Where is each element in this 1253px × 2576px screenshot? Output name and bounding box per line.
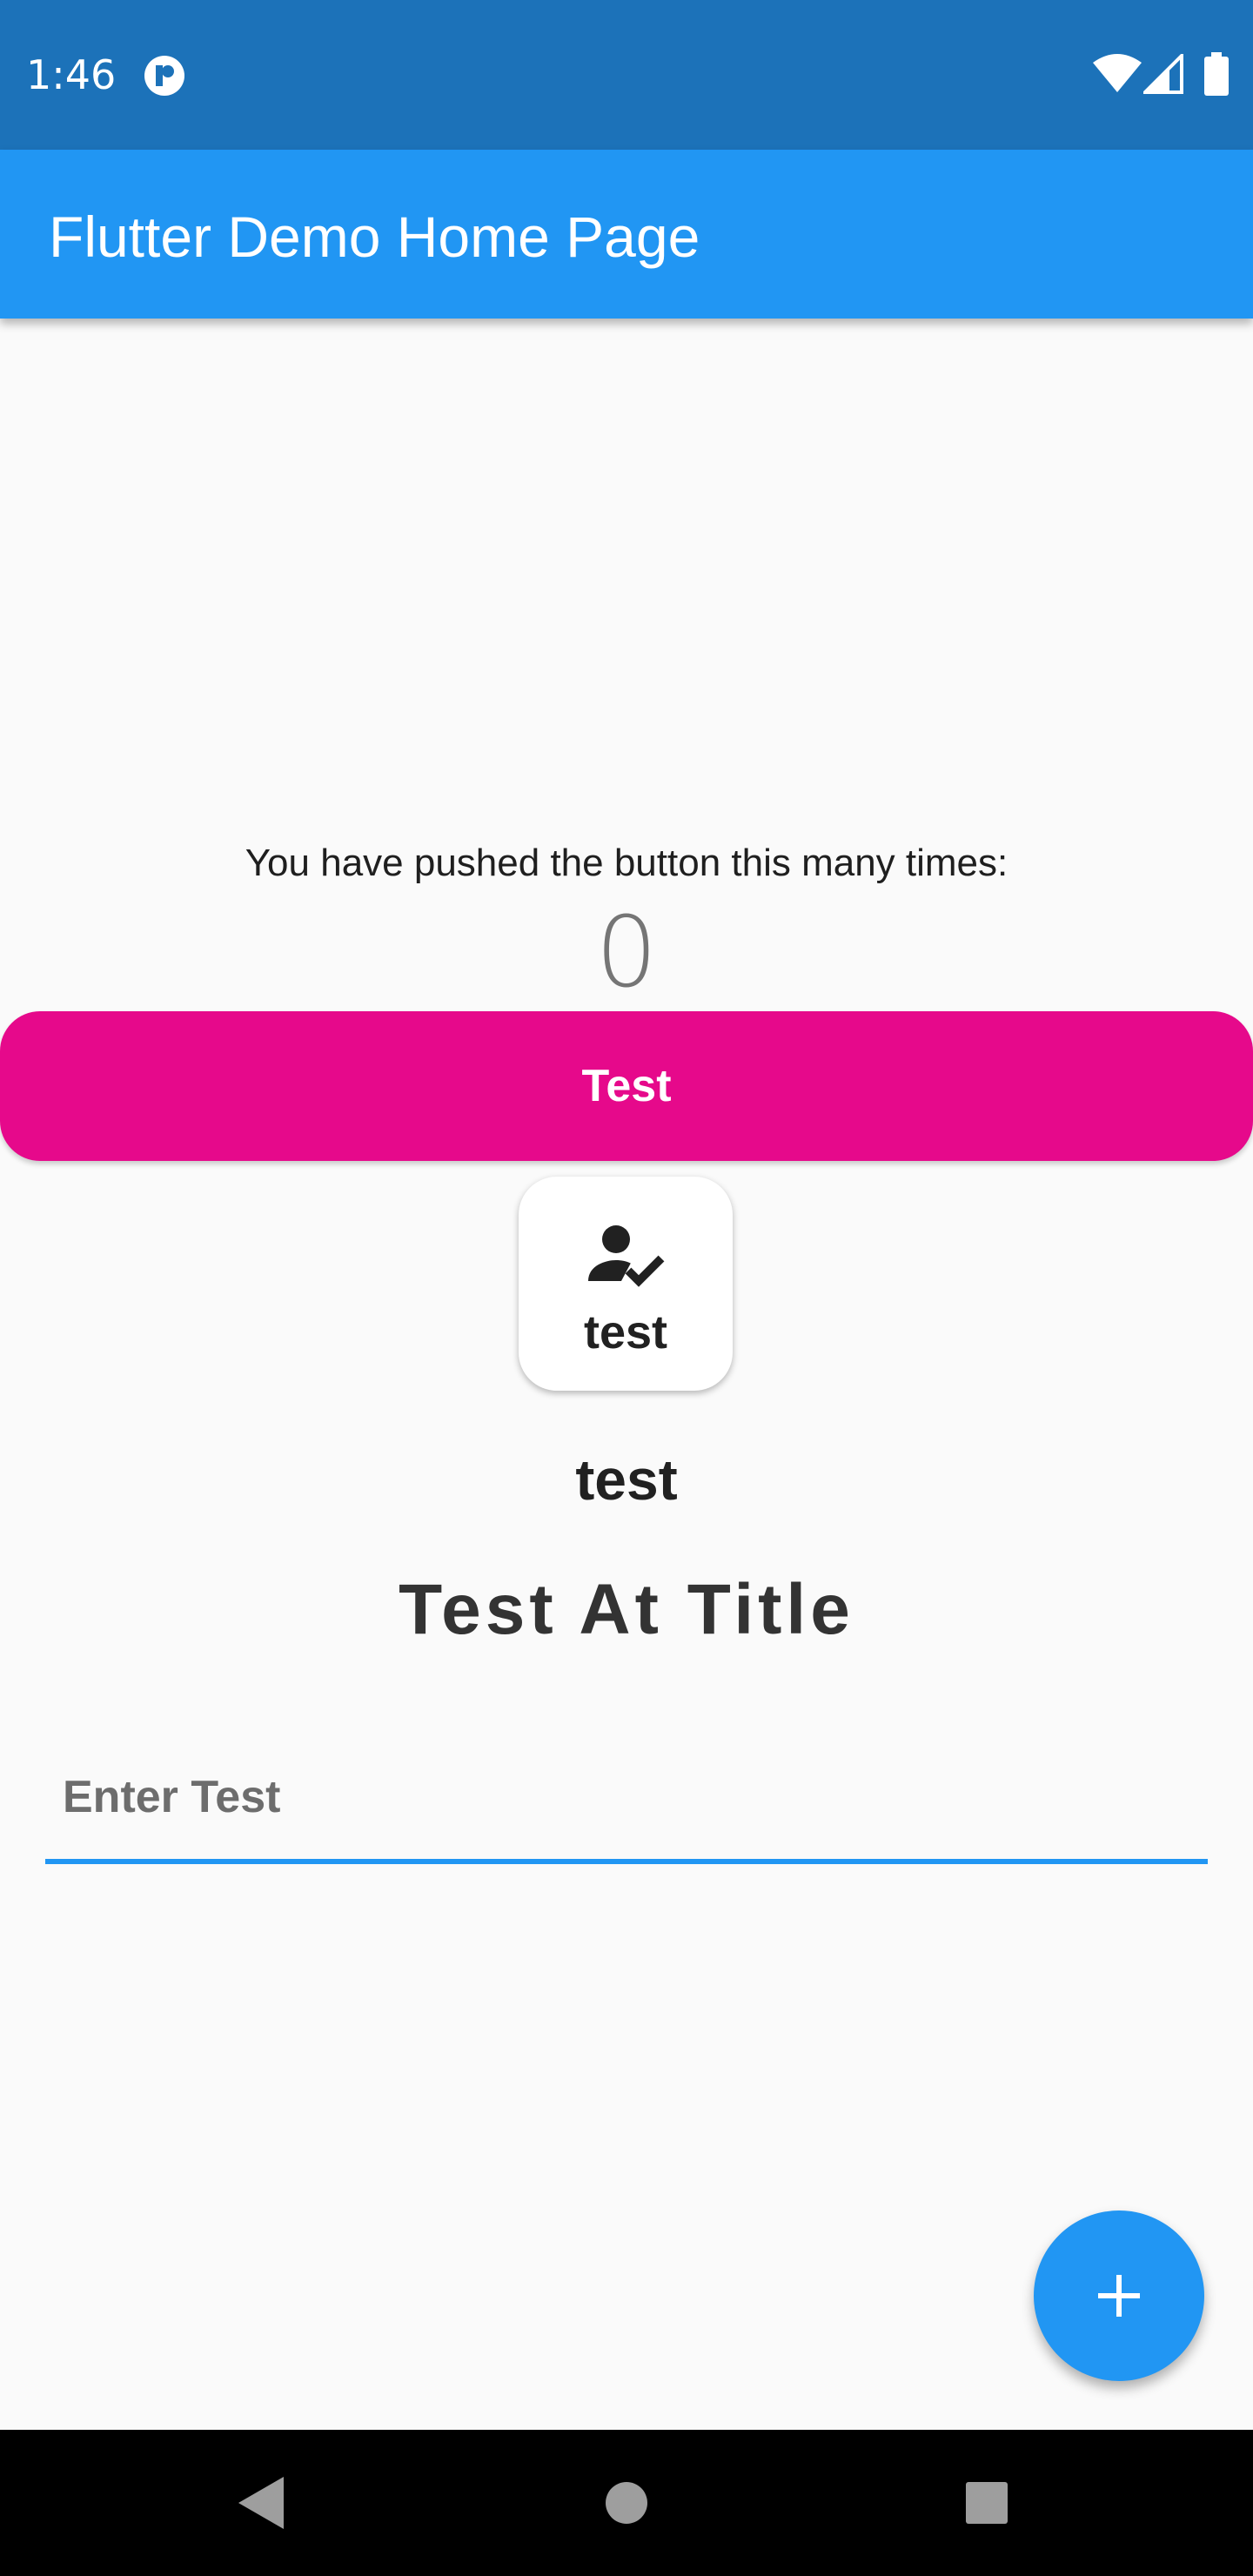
navigation-bar	[0, 2430, 1253, 2576]
recents-icon[interactable]	[964, 2480, 1009, 2526]
back-icon[interactable]	[237, 2475, 285, 2531]
status-bar: 1:46	[0, 0, 1253, 150]
status-time: 1:46	[26, 51, 117, 98]
icon-card-label: test	[583, 1306, 668, 1358]
test-button[interactable]: Test	[0, 1011, 1253, 1161]
app-bar: Flutter Demo Home Page	[0, 150, 1253, 319]
test-text-field[interactable]	[45, 1749, 1208, 1864]
title-text: Test At Title	[399, 1570, 854, 1649]
test-input[interactable]	[61, 1749, 1192, 1845]
home-icon[interactable]	[604, 2480, 649, 2526]
plain-text: test	[575, 1447, 678, 1512]
counter-value: 0	[595, 896, 658, 1010]
icon-card-button[interactable]: test	[519, 1177, 733, 1391]
cell-signal-icon	[1143, 54, 1183, 94]
battery-icon	[1204, 52, 1229, 96]
add-fab-button[interactable]	[1034, 2210, 1204, 2381]
app-notification-icon	[144, 56, 184, 96]
wifi-icon	[1093, 54, 1142, 92]
counter-label: You have pushed the button this many tim…	[245, 842, 1008, 884]
person-check-icon	[588, 1225, 665, 1287]
plus-icon	[1098, 2275, 1140, 2317]
app-title: Flutter Demo Home Page	[49, 205, 700, 269]
